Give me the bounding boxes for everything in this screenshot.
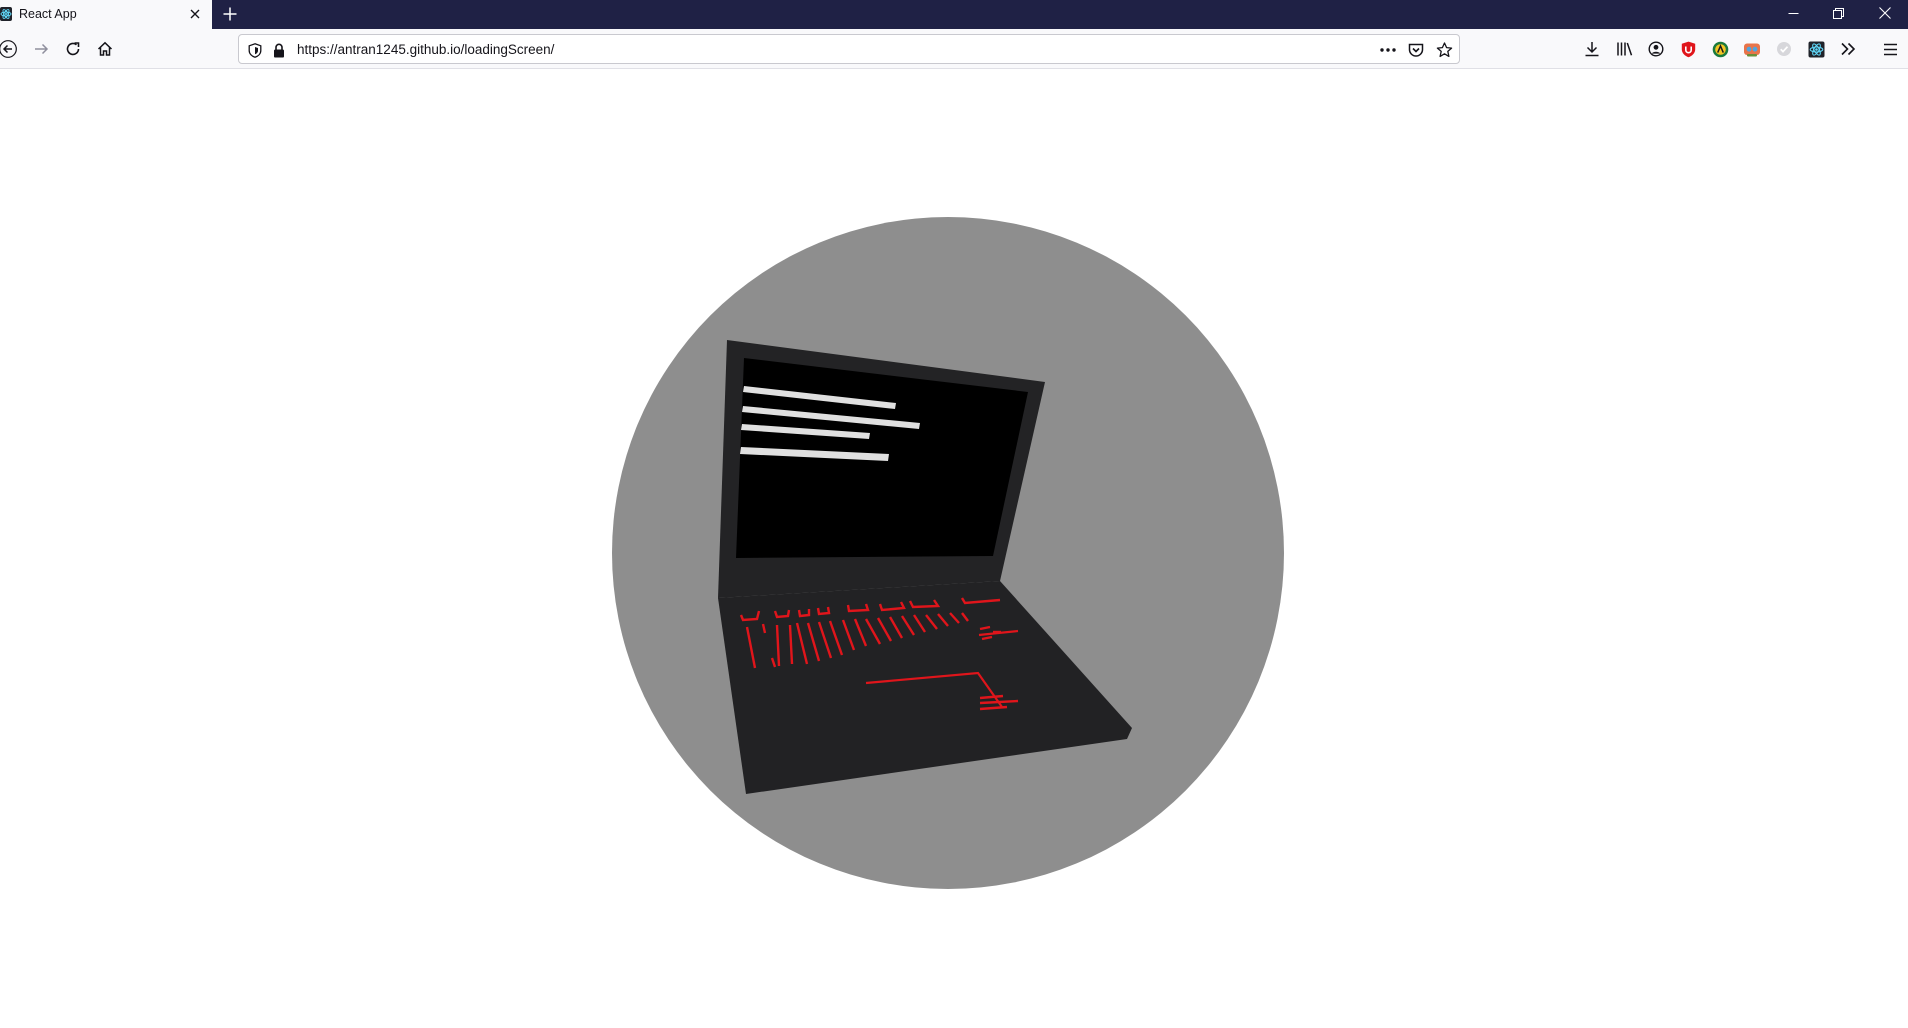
menu-icon[interactable]: [1878, 37, 1902, 61]
close-icon[interactable]: [1862, 0, 1908, 26]
page-content: [0, 70, 1908, 1028]
pocket-icon[interactable]: [1407, 41, 1425, 59]
react-devtools-icon[interactable]: [1804, 37, 1828, 61]
restore-icon[interactable]: [1815, 0, 1861, 26]
tab-strip: React App: [0, 0, 1908, 29]
bookmark-star-icon[interactable]: [1435, 41, 1453, 59]
minimize-icon[interactable]: [1770, 0, 1816, 26]
back-arrow-icon[interactable]: [0, 37, 20, 61]
extension-icon[interactable]: [1708, 37, 1732, 61]
ublock-icon[interactable]: [1676, 37, 1700, 61]
page-actions-icon[interactable]: [1379, 41, 1397, 59]
extension-icon[interactable]: [1740, 37, 1764, 61]
library-icon[interactable]: [1612, 37, 1636, 61]
tab-title: React App: [19, 7, 77, 21]
tracking-shield-icon[interactable]: [246, 41, 264, 59]
plus-icon[interactable]: [218, 2, 242, 26]
reload-icon[interactable]: [61, 37, 85, 61]
account-icon[interactable]: [1644, 37, 1668, 61]
loading-scene: [612, 217, 1284, 889]
extension-icon[interactable]: [1772, 37, 1796, 61]
download-icon[interactable]: [1580, 37, 1604, 61]
overflow-icon[interactable]: [1836, 37, 1860, 61]
lock-icon[interactable]: [270, 41, 288, 59]
close-tab-icon[interactable]: [186, 4, 204, 24]
home-icon[interactable]: [93, 37, 117, 61]
tab-react-app[interactable]: React App: [0, 0, 212, 29]
navigation-bar: https://antran1245.github.io/loadingScre…: [0, 29, 1908, 69]
url-bar[interactable]: https://antran1245.github.io/loadingScre…: [238, 34, 1460, 64]
forward-arrow-icon[interactable]: [29, 37, 53, 61]
react-icon: [0, 7, 12, 21]
url-text: https://antran1245.github.io/loadingScre…: [297, 42, 555, 57]
